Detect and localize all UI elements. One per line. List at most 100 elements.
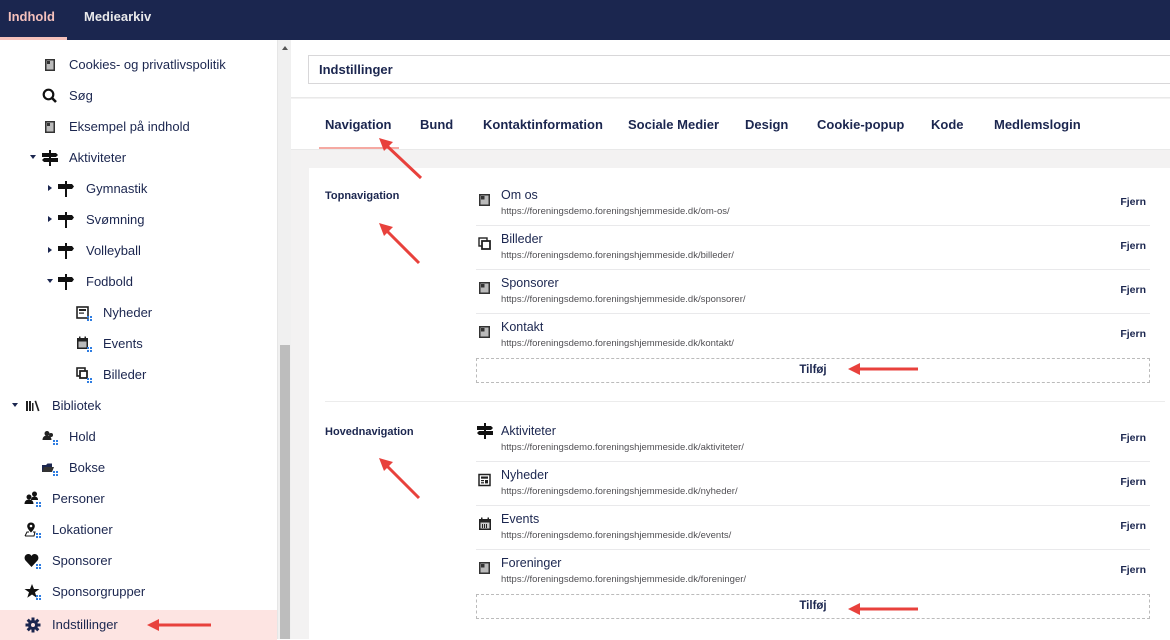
folder-list-icon <box>42 463 58 476</box>
content-tree: Cookies- og privatlivspolitik Søg Eksemp… <box>0 40 277 640</box>
tree-item-personer[interactable]: Personer <box>0 484 277 514</box>
tree-item-nyheder[interactable]: Nyheder <box>0 298 277 328</box>
signpost-icon <box>58 212 74 228</box>
remove-button[interactable]: Fjern <box>1120 196 1146 208</box>
tab-navigation[interactable]: Navigation <box>318 117 400 149</box>
tree-item-eksempel[interactable]: Eksempel på indhold <box>0 112 277 142</box>
document-icon <box>45 59 55 71</box>
expand-caret-icon[interactable] <box>48 216 52 222</box>
expand-caret-icon[interactable] <box>47 279 53 283</box>
add-hovednavigation-button[interactable]: Tilføj <box>476 594 1150 619</box>
remove-button[interactable]: Fjern <box>1120 328 1146 340</box>
tree-item-label: Fodbold <box>86 274 133 289</box>
section-tab-mediearkiv[interactable]: Mediearkiv <box>84 0 151 40</box>
tab-kontaktinformation[interactable]: Kontaktinformation <box>483 117 603 132</box>
tree-item-volleyball[interactable]: Volleyball <box>0 236 277 266</box>
nav-item-foreninger[interactable]: Foreninger https://foreningsdemo.forenin… <box>476 550 1150 594</box>
tree-item-fodbold[interactable]: Fodbold <box>0 267 277 297</box>
nav-item-events[interactable]: Events https://foreningsdemo.foreningshj… <box>476 506 1150 550</box>
scroll-up-arrow-icon[interactable] <box>282 46 288 50</box>
nav-item-url: https://foreningsdemo.foreningshjemmesid… <box>501 530 732 541</box>
tree-item-label: Indstillinger <box>52 617 118 632</box>
tree-item-label: Personer <box>52 491 105 506</box>
tree-item-label: Hold <box>69 429 96 444</box>
tree-item-label: Nyheder <box>103 305 153 320</box>
tree-item-sponsorgrupper[interactable]: Sponsorgrupper <box>0 577 277 607</box>
tree-item-svomning[interactable]: Svømning <box>0 205 277 235</box>
scrollbar-thumb[interactable] <box>280 345 290 639</box>
expand-caret-icon[interactable] <box>48 247 52 253</box>
remove-button[interactable]: Fjern <box>1120 240 1146 252</box>
expand-caret-icon[interactable] <box>12 403 18 407</box>
remove-button[interactable]: Fjern <box>1120 520 1146 532</box>
nav-item-om-os[interactable]: Om os https://foreningsdemo.foreningshje… <box>476 182 1150 226</box>
tab-kode[interactable]: Kode <box>931 117 964 132</box>
tree-item-label: Gymnastik <box>86 181 148 196</box>
search-icon <box>42 88 57 103</box>
signpost-icon <box>477 423 493 439</box>
tab-cookie-popup[interactable]: Cookie-popup <box>817 117 904 132</box>
remove-button[interactable]: Fjern <box>1120 284 1146 296</box>
star-list-icon <box>24 584 41 600</box>
tree-item-bokse[interactable]: Bokse <box>0 453 277 483</box>
calendar-icon <box>479 517 491 530</box>
expand-caret-icon[interactable] <box>48 185 52 191</box>
remove-button[interactable]: Fjern <box>1120 476 1146 488</box>
tree-item-bibliotek[interactable]: Bibliotek <box>0 391 277 421</box>
content-name-input[interactable] <box>308 55 1170 84</box>
heart-list-icon <box>24 554 41 569</box>
nav-item-kontakt[interactable]: Kontakt https://foreningsdemo.foreningsh… <box>476 314 1150 358</box>
nav-item-nyheder[interactable]: Nyheder https://foreningsdemo.foreningsh… <box>476 462 1150 506</box>
nav-item-title: Billeder <box>501 232 543 246</box>
newspaper-list-icon <box>76 306 92 321</box>
tree-item-gymnastik[interactable]: Gymnastik <box>0 174 277 204</box>
tab-bund[interactable]: Bund <box>420 117 453 132</box>
tree-item-indstillinger[interactable]: Indstillinger <box>0 610 277 640</box>
sidebar-scrollbar[interactable] <box>277 40 291 639</box>
tree-item-label: Volleyball <box>86 243 141 258</box>
nav-item-sponsorer[interactable]: Sponsorer https://foreningsdemo.forening… <box>476 270 1150 314</box>
tree-item-label: Aktiviteter <box>69 150 127 165</box>
tab-design[interactable]: Design <box>745 117 788 132</box>
tree-item-sponsorer[interactable]: Sponsorer <box>0 546 277 576</box>
document-icon <box>479 326 490 338</box>
nav-item-aktiviteter[interactable]: Aktiviteter https://foreningsdemo.foreni… <box>476 418 1150 462</box>
tree-item-hold[interactable]: Hold <box>0 422 277 452</box>
expand-caret-icon[interactable] <box>30 155 36 159</box>
document-icon <box>479 194 490 206</box>
tree-item-label: Svømning <box>86 212 145 227</box>
tree-item-events[interactable]: Events <box>0 329 277 359</box>
people-list-icon <box>24 491 41 507</box>
section-tab-indhold[interactable]: Indhold <box>0 0 67 40</box>
nav-item-title: Om os <box>501 188 538 202</box>
section-divider <box>325 401 1165 402</box>
remove-button[interactable]: Fjern <box>1120 432 1146 444</box>
pictures-list-icon <box>76 367 92 383</box>
tree-item-label: Bokse <box>69 460 106 475</box>
signpost-icon <box>42 150 58 166</box>
tree-item-label: Billeder <box>103 367 147 382</box>
tree-item-sog[interactable]: Søg <box>0 81 277 111</box>
document-icon <box>45 121 55 133</box>
navigation-panel: Topnavigation Om os https://foreningsdem… <box>309 168 1170 639</box>
nav-item-url: https://foreningsdemo.foreningshjemmesid… <box>501 250 734 261</box>
section-label-hovednavigation: Hovednavigation <box>325 426 414 438</box>
tree-item-billeder[interactable]: Billeder <box>0 360 277 390</box>
document-icon <box>479 562 490 574</box>
tree-item-label: Søg <box>69 88 93 103</box>
nav-item-billeder[interactable]: Billeder https://foreningsdemo.forenings… <box>476 226 1150 270</box>
section-label-topnavigation: Topnavigation <box>325 190 400 202</box>
tab-sociale-medier[interactable]: Sociale Medier <box>628 117 719 132</box>
tree-item-cookies[interactable]: Cookies- og privatlivspolitik <box>0 50 277 80</box>
newspaper-icon <box>478 473 491 487</box>
add-topnavigation-button[interactable]: Tilføj <box>476 358 1150 383</box>
tree-item-aktiviteter[interactable]: Aktiviteter <box>0 143 277 173</box>
nav-item-url: https://foreningsdemo.foreningshjemmesid… <box>501 294 746 305</box>
remove-button[interactable]: Fjern <box>1120 564 1146 576</box>
gear-icon <box>25 617 41 633</box>
tree-item-label: Eksempel på indhold <box>69 119 190 134</box>
nav-item-url: https://foreningsdemo.foreningshjemmesid… <box>501 574 747 585</box>
tab-medlemslogin[interactable]: Medlemslogin <box>994 117 1081 132</box>
signpost-icon <box>58 181 74 197</box>
tree-item-lokationer[interactable]: Lokationer <box>0 515 277 545</box>
